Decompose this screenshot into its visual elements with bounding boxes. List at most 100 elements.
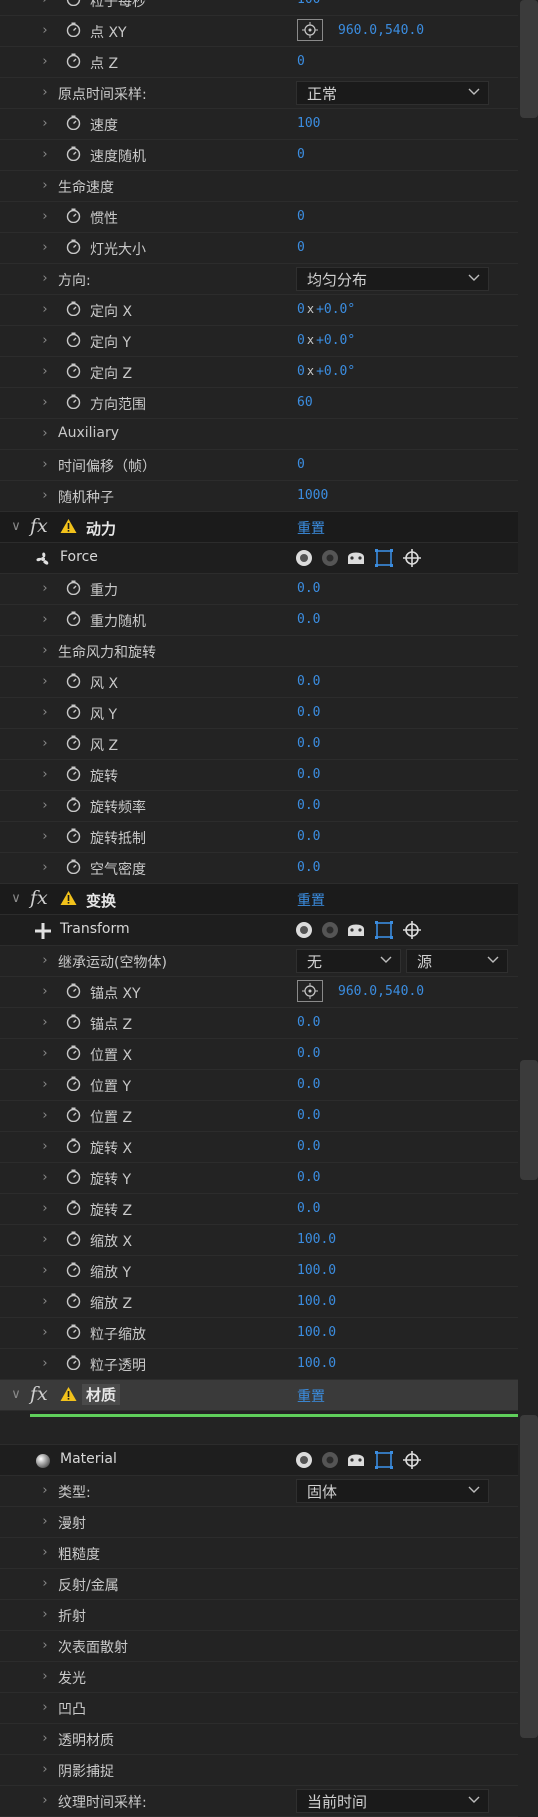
angle-value[interactable]: 0 x +0.0° [297,333,355,348]
expand-chevron-icon[interactable]: › [39,1294,51,1309]
expand-chevron-icon[interactable]: › [39,147,51,162]
property-value[interactable]: 100.0 [297,1294,336,1309]
collapse-chevron-icon[interactable]: ∨ [10,519,22,534]
collapse-chevron-icon[interactable]: ∨ [10,1387,22,1402]
stopwatch-icon[interactable] [66,735,81,750]
stopwatch-icon[interactable] [66,1355,81,1370]
expand-chevron-icon[interactable]: › [39,1762,51,1777]
scrollbar-thumb[interactable] [520,0,538,118]
property-value[interactable]: 0 [297,147,305,162]
effect-name[interactable]: 材质 [82,1384,121,1405]
expand-chevron-icon[interactable]: › [39,1232,51,1247]
expand-chevron-icon[interactable]: › [39,395,51,410]
stopwatch-icon[interactable] [66,704,81,719]
expand-chevron-icon[interactable]: › [39,1170,51,1185]
expand-chevron-icon[interactable]: › [39,1545,51,1560]
stopwatch-icon[interactable] [66,394,81,409]
dropdown-select[interactable]: 正常 [296,81,489,105]
stopwatch-icon[interactable] [66,146,81,161]
property-value[interactable]: 0.0 [297,612,320,627]
stopwatch-icon[interactable] [66,1169,81,1184]
dropdown-select[interactable]: 当前时间 [296,1789,489,1813]
expand-chevron-icon[interactable]: › [39,1356,51,1371]
expand-chevron-icon[interactable]: › [39,1263,51,1278]
property-value[interactable]: 0 [297,54,305,69]
stopwatch-icon[interactable] [66,766,81,781]
expand-chevron-icon[interactable]: › [39,1077,51,1092]
property-value[interactable]: 0.0 [297,1139,320,1154]
expand-chevron-icon[interactable]: › [39,23,51,38]
property-value[interactable]: 100.0 [297,1232,336,1247]
expand-chevron-icon[interactable]: › [39,1514,51,1529]
expand-chevron-icon[interactable]: › [39,302,51,317]
effect-name[interactable]: 变换 [86,890,116,911]
expand-chevron-icon[interactable]: › [39,767,51,782]
stopwatch-icon[interactable] [66,1138,81,1153]
property-value[interactable]: 60 [297,395,313,410]
property-value[interactable]: 0.0 [297,767,320,782]
property-value[interactable]: 0.0 [297,581,320,596]
property-value[interactable]: 0.0 [297,1077,320,1092]
expand-chevron-icon[interactable]: › [39,829,51,844]
point-target-button[interactable] [297,980,323,1002]
dropdown-select[interactable]: 均匀分布 [296,267,489,291]
fx-icon[interactable]: fx [30,515,48,537]
angle-revolutions[interactable]: 0 [297,333,305,348]
angle-value[interactable]: 0 x +0.0° [297,302,355,317]
property-value[interactable]: 0.0 [297,1170,320,1185]
stopwatch-icon[interactable] [66,797,81,812]
render-toggle-icons[interactable] [294,1450,424,1470]
stopwatch-icon[interactable] [66,1107,81,1122]
angle-degrees[interactable]: +0.0° [316,364,355,379]
expand-chevron-icon[interactable]: › [39,953,51,968]
property-value[interactable]: 0.0 [297,705,320,720]
property-value[interactable]: 100.0 [297,1263,336,1278]
expand-chevron-icon[interactable]: › [39,1607,51,1622]
scrollbar-thumb-bottom[interactable] [520,1415,538,1738]
expand-chevron-icon[interactable]: › [39,209,51,224]
fx-icon[interactable]: fx [30,887,48,909]
stopwatch-icon[interactable] [66,22,81,37]
property-value[interactable]: 0 [297,240,305,255]
dropdown-select[interactable]: 无 [296,949,401,973]
stopwatch-icon[interactable] [66,983,81,998]
stopwatch-icon[interactable] [66,1045,81,1060]
expand-chevron-icon[interactable]: › [39,426,51,441]
point-value[interactable]: 960.0,540.0 [338,984,424,999]
property-value[interactable]: 100.0 [297,1356,336,1371]
scrollbar-thumb-lower[interactable] [520,1060,538,1180]
property-value[interactable]: 0.0 [297,798,320,813]
render-toggle-icons[interactable] [294,548,424,568]
expand-chevron-icon[interactable]: › [39,54,51,69]
expand-chevron-icon[interactable]: › [39,85,51,100]
expand-chevron-icon[interactable]: › [39,364,51,379]
reset-link[interactable]: 重置 [297,518,325,538]
expand-chevron-icon[interactable]: › [39,1669,51,1684]
expand-chevron-icon[interactable]: › [39,488,51,503]
collapse-chevron-icon[interactable]: ∨ [10,891,22,906]
expand-chevron-icon[interactable]: › [39,984,51,999]
stopwatch-icon[interactable] [66,208,81,223]
property-value[interactable]: 0 [297,457,305,472]
expand-chevron-icon[interactable]: › [39,581,51,596]
expand-chevron-icon[interactable]: › [39,1139,51,1154]
stopwatch-icon[interactable] [66,0,81,6]
expand-chevron-icon[interactable]: › [39,116,51,131]
expand-chevron-icon[interactable]: › [39,333,51,348]
expand-chevron-icon[interactable]: › [39,1325,51,1340]
stopwatch-icon[interactable] [66,53,81,68]
property-value[interactable]: 1000 [297,488,328,503]
expand-chevron-icon[interactable]: › [39,457,51,472]
property-value[interactable]: 0.0 [297,1015,320,1030]
stopwatch-icon[interactable] [66,1231,81,1246]
angle-value[interactable]: 0 x +0.0° [297,364,355,379]
expand-chevron-icon[interactable]: › [39,1576,51,1591]
fx-icon[interactable]: fx [30,1383,48,1405]
angle-revolutions[interactable]: 0 [297,364,305,379]
expand-chevron-icon[interactable]: › [39,1108,51,1123]
expand-chevron-icon[interactable]: › [39,674,51,689]
stopwatch-icon[interactable] [66,301,81,316]
stopwatch-icon[interactable] [66,1324,81,1339]
expand-chevron-icon[interactable]: › [39,1046,51,1061]
stopwatch-icon[interactable] [66,332,81,347]
